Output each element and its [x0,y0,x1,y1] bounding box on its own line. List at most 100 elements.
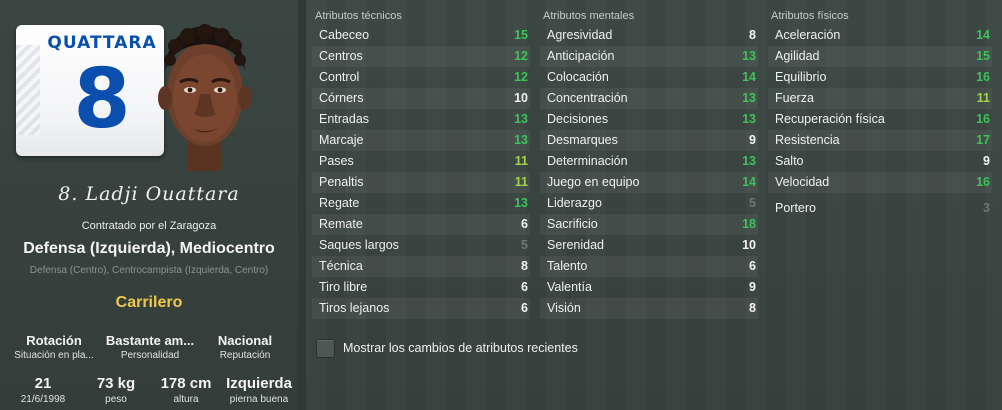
weight: 73 kg peso [80,375,152,405]
attribute-row[interactable]: Salto 9 [768,151,992,172]
show-changes-label: Mostrar los cambios de atributos recient… [343,341,578,355]
technical-attributes-header: Atributos técnicos [315,10,402,22]
reputation-label: Reputación [219,350,271,361]
attribute-name: Saques largos [319,238,399,252]
attribute-row[interactable]: Marcaje 13 [312,130,530,151]
attribute-value: 9 [983,154,990,168]
attribute-row[interactable]: Juego en equipo 14 [540,172,758,193]
attribute-row[interactable]: Entradas 13 [312,109,530,130]
attribute-row[interactable]: Técnica 8 [312,256,530,277]
attribute-row[interactable]: Visión 8 [540,298,758,319]
attribute-row[interactable]: Tiro libre 6 [312,277,530,298]
attribute-name: Talento [547,259,588,273]
attribute-name: Concentración [547,91,628,105]
attribute-row[interactable]: Resistencia 17 [768,130,992,151]
attribute-row[interactable]: Velocidad 16 [768,172,992,193]
attribute-row[interactable]: Control 12 [312,67,530,88]
height-label: altura [173,394,199,405]
technical-attributes-list: Cabeceo 15 Centros 12 Control 12 Córners 10 Entr… [312,25,530,319]
mental-attributes-column: Atributos mentales Agresividad 8 Anticipac… [540,8,758,319]
attribute-row[interactable]: Saques largos 5 [312,235,530,256]
attribute-value: 3 [983,201,990,215]
attribute-name: Portero [775,201,816,215]
attribute-row[interactable]: Tiros lejanos 6 [312,298,530,319]
contract-info: Contratado por el Zaragoza [81,220,217,232]
squad-status-value: Rotación [26,333,82,348]
main-position: Defensa (Izquierda), Mediocentro [23,240,275,257]
attribute-row[interactable]: Fuerza 11 [768,88,992,109]
player-face-image [158,24,252,171]
attribute-row[interactable]: Anticipación 13 [540,46,758,67]
attribute-row[interactable]: Pases 11 [312,151,530,172]
squad-status[interactable]: Rotación Situación en pla... [4,333,104,361]
attribute-row[interactable]: Colocación 14 [540,67,758,88]
physical-attributes-list: Aceleración 14 Agilidad 15 Equilibrio 16 Fuerz… [768,25,992,193]
attribute-value: 10 [742,238,756,252]
attribute-name: Pases [319,154,354,168]
reputation-value: Nacional [217,333,273,348]
attribute-row[interactable]: Talento 6 [540,256,758,277]
attribute-value: 6 [749,259,756,273]
attribute-row[interactable]: Desmarques 9 [540,130,758,151]
attribute-name: Desmarques [547,133,618,147]
attribute-name: Agilidad [775,49,820,63]
attribute-value: 13 [514,196,528,210]
attribute-name: Anticipación [547,49,615,63]
shirt-badge: QUATTARA 8 [16,25,164,156]
show-changes-option[interactable]: Mostrar los cambios de atributos recient… [316,337,578,359]
attribute-value: 8 [749,301,756,315]
attribute-name: Visión [547,301,581,315]
attribute-row[interactable]: Serenidad 10 [540,235,758,256]
attribute-value: 10 [514,91,528,105]
attribute-row[interactable]: Córners 10 [312,88,530,109]
attribute-value: 14 [742,175,756,189]
attribute-row[interactable]: Agresividad 8 [540,25,758,46]
attribute-name: Juego en equipo [547,175,640,189]
attribute-name: Tiros lejanos [319,301,390,315]
attribute-row[interactable]: Regate 13 [312,193,530,214]
reputation[interactable]: Nacional Reputación [196,333,294,361]
attribute-name: Control [319,70,360,84]
personality[interactable]: Bastante am... Personalidad [102,333,198,361]
secondary-positions: Defensa (Centro), Centrocampista (Izquie… [29,265,269,276]
preferred-foot-label: pierna buena [229,394,289,405]
attribute-value: 13 [742,154,756,168]
attribute-value: 6 [521,301,528,315]
mental-attributes-header: Atributos mentales [543,10,635,22]
attribute-name: Determinación [547,154,628,168]
attribute-row[interactable]: Equilibrio 16 [768,67,992,88]
attribute-row[interactable]: Determinación 13 [540,151,758,172]
attribute-value: 8 [521,259,528,273]
attribute-row-portero[interactable]: Portero 3 [768,196,992,220]
attribute-row[interactable]: Sacrificio 18 [540,214,758,235]
attribute-row[interactable]: Centros 12 [312,46,530,67]
attribute-row[interactable]: Liderazgo 5 [540,193,758,214]
attribute-name: Penaltis [319,175,364,189]
attribute-name: Salto [775,154,804,168]
attribute-value: 15 [514,28,528,42]
physical-attributes-header: Atributos físicos [771,10,849,22]
attribute-name: Sacrificio [547,217,598,231]
attribute-row[interactable]: Recuperación física 16 [768,109,992,130]
attribute-row[interactable]: Valentía 9 [540,277,758,298]
attribute-value: 17 [976,133,990,147]
show-changes-checkbox[interactable] [316,338,335,358]
attribute-name: Liderazgo [547,196,602,210]
attribute-value: 16 [976,175,990,189]
attribute-row[interactable]: Concentración 13 [540,88,758,109]
attribute-value: 11 [514,175,528,189]
attribute-row[interactable]: Penaltis 11 [312,172,530,193]
attribute-value: 13 [742,91,756,105]
weight-value: 73 kg [96,375,136,392]
physical-attributes-column: Atributos físicos Aceleración 14 Agilidad 1… [768,8,992,220]
attribute-row[interactable]: Aceleración 14 [768,25,992,46]
attribute-row[interactable]: Decisiones 13 [540,109,758,130]
age: 21 21/6/1998 [4,375,82,405]
attribute-row[interactable]: Agilidad 15 [768,46,992,67]
height-value: 178 cm [160,375,212,392]
mental-attributes-list: Agresividad 8 Anticipación 13 Colocación 14 Co… [540,25,758,319]
age-value: 21 [34,375,52,392]
attribute-value: 13 [514,133,528,147]
attribute-row[interactable]: Remate 6 [312,214,530,235]
attribute-row[interactable]: Cabeceo 15 [312,25,530,46]
